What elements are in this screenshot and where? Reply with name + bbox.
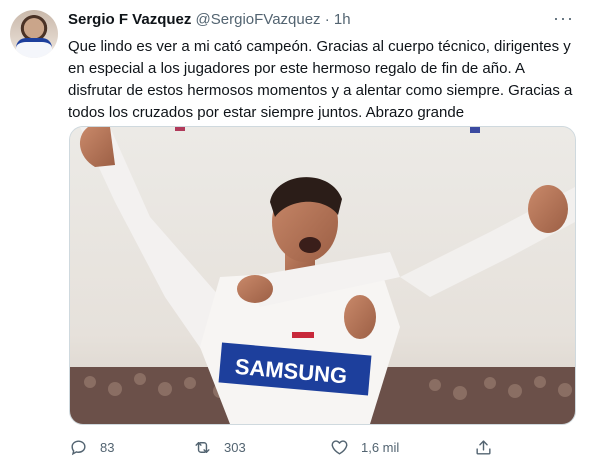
tweet-header: Sergio F Vazquez @SergioFVazquez · 1h	[68, 11, 351, 28]
like-button[interactable]: 1,6 mil	[330, 438, 399, 457]
tweet-timestamp[interactable]: 1h	[334, 11, 351, 28]
author-avatar[interactable]	[10, 10, 58, 58]
share-icon	[476, 439, 491, 455]
author-handle[interactable]: @SergioFVazquez	[196, 11, 321, 28]
separator-dot: ·	[324, 11, 330, 28]
share-button[interactable]	[474, 438, 493, 457]
more-horizontal-icon[interactable]: ···	[553, 9, 574, 27]
retweet-button[interactable]: 303	[193, 438, 246, 457]
tweet-photo[interactable]: SAMSUNG	[69, 126, 576, 425]
author-name[interactable]: Sergio F Vazquez	[68, 11, 191, 28]
reply-count: 83	[100, 439, 115, 455]
tweet-text: Que lindo es ver a mi cató campeón. Grac…	[68, 38, 573, 121]
reply-button[interactable]: 83	[69, 438, 114, 457]
reply-icon	[71, 439, 86, 455]
heart-icon	[331, 439, 348, 455]
like-count: 1,6 mil	[361, 439, 400, 455]
retweet-icon	[195, 441, 210, 453]
retweet-count: 303	[224, 439, 246, 455]
tweet-actions: 83 303 1,6 mil	[69, 436, 499, 458]
